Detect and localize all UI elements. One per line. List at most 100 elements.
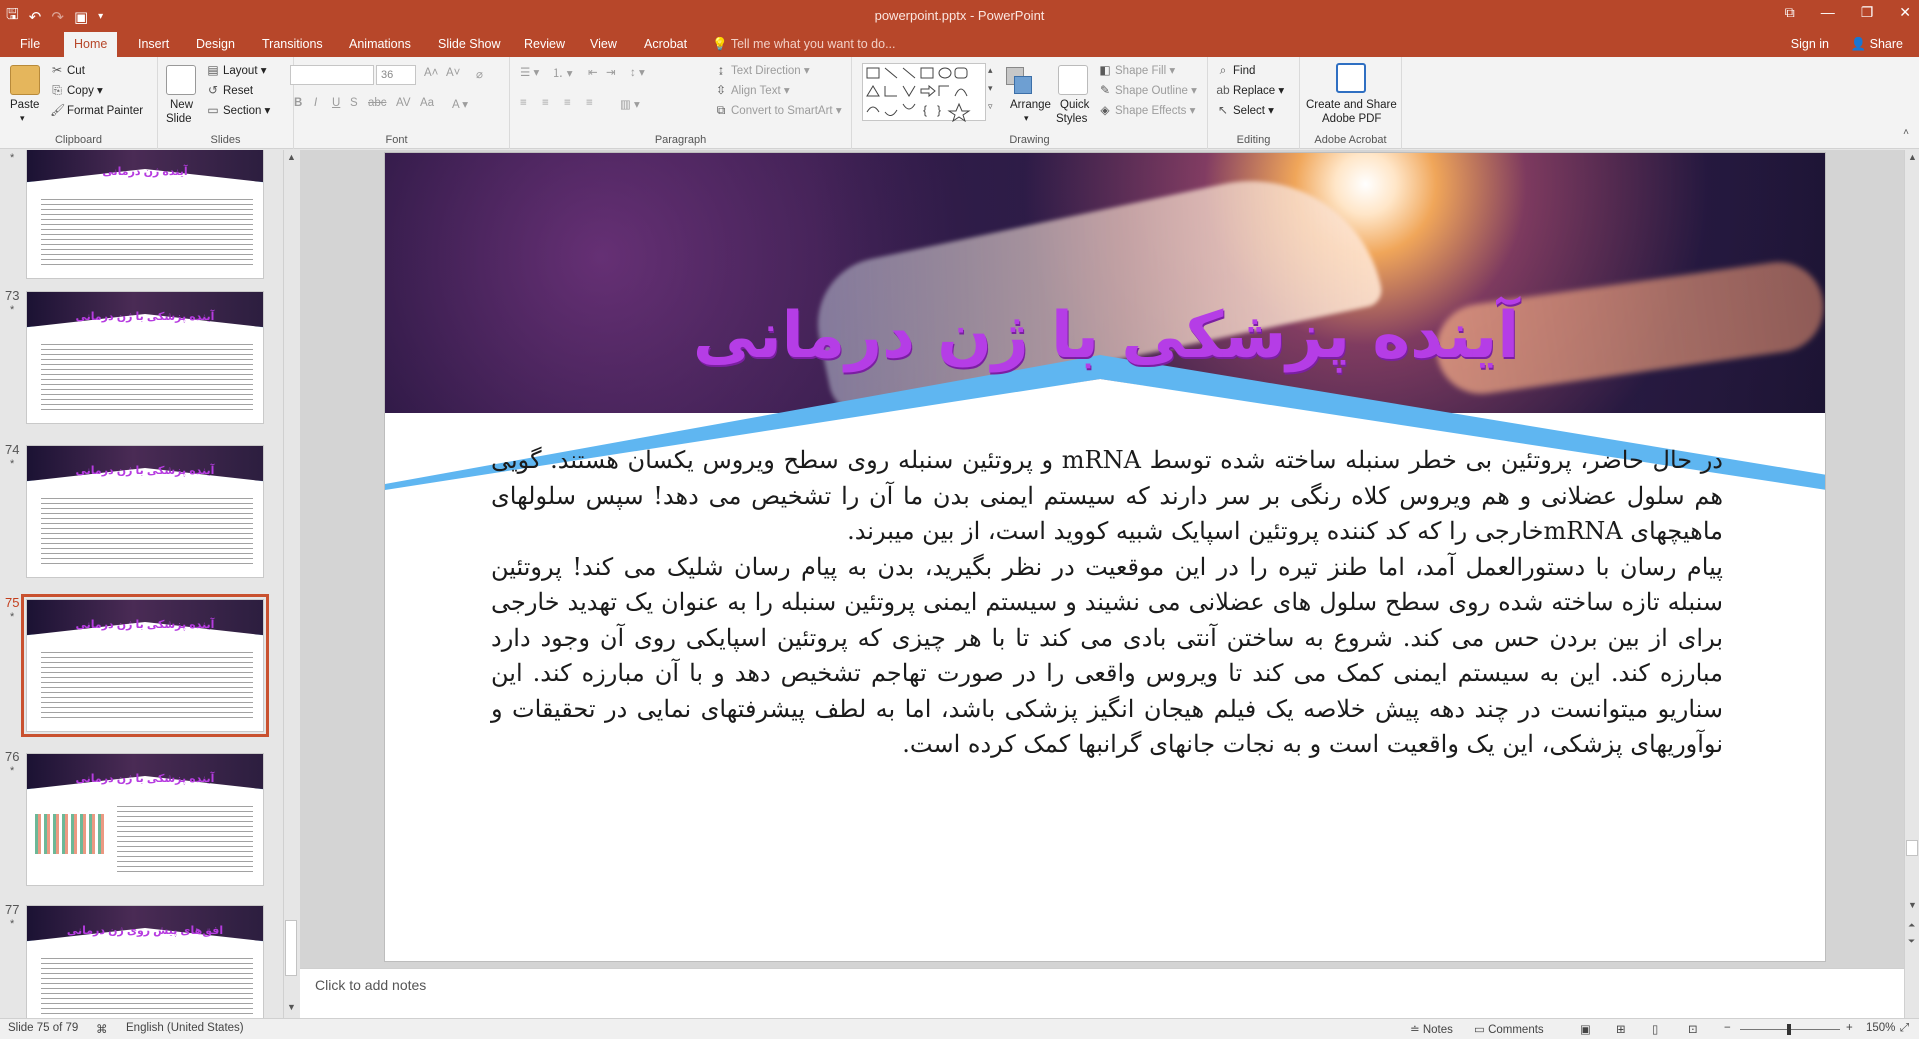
slide-thumbnail[interactable]: آینده پزشکی با ژن درمانی: [26, 291, 264, 424]
tell-me-box[interactable]: 💡 Tell me what you want to do...: [712, 32, 896, 57]
slide-thumbnail[interactable]: افق‌های پیش روی ژن درمانی: [26, 905, 264, 1018]
change-case-icon[interactable]: Aa: [420, 97, 434, 109]
slide-title[interactable]: آینده پزشکی با ژن درمانی: [385, 299, 1825, 373]
pdf-icon[interactable]: [1336, 63, 1366, 93]
increase-indent-icon[interactable]: ⇥: [606, 65, 616, 79]
tab-animations[interactable]: Animations: [339, 32, 421, 57]
tab-transitions[interactable]: Transitions: [252, 32, 333, 57]
layout-button[interactable]: ▤ Layout ▾: [206, 63, 266, 77]
share-button[interactable]: 👤 Share: [1851, 32, 1903, 57]
tab-home[interactable]: Home: [64, 32, 118, 57]
tab-file[interactable]: File: [10, 32, 50, 57]
slide-thumbnail[interactable]: آینده پزشکی با ژن درمانی: [26, 753, 264, 886]
slideshow-view-icon[interactable]: ⊡: [1688, 1022, 1698, 1036]
slide-thumbnail-current[interactable]: آینده پزشکی با ژن درمانی: [21, 594, 269, 737]
create-share-button[interactable]: Create and Share: [1306, 99, 1397, 111]
tab-view[interactable]: View: [580, 32, 627, 57]
columns-icon[interactable]: ▥ ▾: [620, 97, 640, 111]
grow-font-icon[interactable]: A˄: [424, 67, 438, 79]
collapse-ribbon-icon[interactable]: ˄: [1903, 127, 1909, 138]
current-slide[interactable]: آینده پزشکی با ژن درمانی در حال حاضر، پر…: [384, 152, 1826, 962]
align-right-icon[interactable]: ≡: [564, 97, 571, 109]
quick-styles-button-line2[interactable]: Styles: [1056, 113, 1087, 125]
paste-button[interactable]: Paste: [10, 99, 39, 111]
clear-format-icon[interactable]: ⌀: [476, 67, 483, 81]
new-slide-button[interactable]: New: [170, 99, 193, 111]
format-painter-button[interactable]: 🖌 Format Painter: [50, 103, 143, 117]
shape-outline-button[interactable]: ✎ Shape Outline ▾: [1098, 83, 1197, 97]
shadow-icon[interactable]: S: [350, 97, 358, 109]
tab-design[interactable]: Design: [186, 32, 245, 57]
slide-body-text[interactable]: در حال حاضر، پروتئین بی خطر سنبله ساخته …: [491, 443, 1723, 763]
shape-effects-button[interactable]: ◈ Shape Effects ▾: [1098, 103, 1195, 117]
reset-button[interactable]: ↺ Reset: [206, 83, 253, 97]
font-name-box[interactable]: [290, 65, 374, 85]
quick-styles-button[interactable]: Quick: [1060, 99, 1089, 111]
tab-review[interactable]: Review: [514, 32, 575, 57]
slide-sorter-icon[interactable]: ⊞: [1616, 1022, 1626, 1036]
decrease-indent-icon[interactable]: ⇤: [588, 65, 598, 79]
sign-in-link[interactable]: Sign in: [1791, 32, 1829, 57]
underline-icon[interactable]: U: [332, 97, 340, 109]
justify-icon[interactable]: ≡: [586, 97, 593, 109]
align-text-button[interactable]: ⇳ Align Text ▾: [714, 83, 790, 97]
slide-scrollbar[interactable]: ▲ ▼ ⏶ ⏷: [1904, 150, 1919, 1018]
section-button[interactable]: ▭ Section ▾: [206, 103, 270, 117]
comments-toggle[interactable]: ▭ Comments: [1474, 1022, 1544, 1036]
convert-smartart-button[interactable]: ⧉ Convert to SmartArt ▾: [714, 103, 842, 118]
tab-acrobat[interactable]: Acrobat: [634, 32, 697, 57]
restore-icon[interactable]: ❐: [1861, 4, 1874, 21]
minimize-icon[interactable]: —: [1821, 4, 1835, 21]
normal-view-icon[interactable]: ▣: [1580, 1022, 1591, 1036]
spelling-icon[interactable]: ⌘: [96, 1022, 108, 1036]
zoom-level[interactable]: 150%: [1866, 1022, 1895, 1034]
tab-slide-show[interactable]: Slide Show: [428, 32, 511, 57]
bold-icon[interactable]: B: [294, 97, 302, 109]
shrink-font-icon[interactable]: A˅: [446, 67, 460, 79]
new-slide-button-line2[interactable]: Slide: [166, 113, 192, 125]
shape-fill-button[interactable]: ◧ Shape Fill ▾: [1098, 63, 1175, 77]
font-size-box[interactable]: 36: [376, 65, 416, 85]
zoom-slider-knob[interactable]: [1787, 1024, 1791, 1035]
close-icon[interactable]: ✕: [1899, 4, 1911, 21]
language-indicator[interactable]: English (United States): [126, 1022, 244, 1034]
copy-button[interactable]: ⎘ Copy ▾: [50, 83, 103, 98]
notes-toggle[interactable]: ≐ Notes: [1410, 1022, 1453, 1036]
shapes-more-icon[interactable]: ▿: [988, 101, 993, 112]
replace-button[interactable]: ab Replace ▾: [1216, 83, 1284, 97]
numbering-icon[interactable]: ⒈ ▾: [552, 65, 572, 81]
scroll-down-icon[interactable]: ▼: [287, 1002, 296, 1012]
ribbon-display-icon[interactable]: ⧉: [1785, 4, 1795, 21]
quick-styles-icon[interactable]: [1058, 65, 1088, 95]
scroll-down-icon[interactable]: ▼: [1908, 900, 1917, 910]
zoom-in-icon[interactable]: +: [1846, 1022, 1853, 1034]
reading-view-icon[interactable]: ▯: [1652, 1022, 1658, 1036]
align-center-icon[interactable]: ≡: [542, 97, 549, 109]
italic-icon[interactable]: I: [314, 97, 317, 109]
slide-thumbnail[interactable]: آینده پزشکی با ژن درمانی: [26, 445, 264, 578]
create-share-button-line2[interactable]: Adobe PDF: [1322, 113, 1381, 125]
thumbnail-scroll-thumb[interactable]: [285, 920, 297, 976]
slide-scroll-thumb[interactable]: [1906, 840, 1918, 856]
next-slide-icon[interactable]: ⏷: [1908, 936, 1915, 947]
cut-button[interactable]: ✂ Cut: [50, 63, 85, 77]
arrange-dropdown-icon[interactable]: ▾: [1024, 113, 1029, 124]
previous-slide-icon[interactable]: ⏶: [1908, 920, 1915, 931]
thumbnail-scrollbar[interactable]: ▲ ▼: [283, 150, 298, 1018]
spacing-icon[interactable]: AV: [396, 97, 411, 109]
slide-thumbnail[interactable]: آینده ژن درمانی: [26, 150, 264, 279]
paste-dropdown-icon[interactable]: ▾: [20, 113, 25, 124]
line-spacing-icon[interactable]: ↕ ▾: [630, 65, 645, 79]
scroll-up-icon[interactable]: ▲: [287, 152, 296, 162]
strikethrough-icon[interactable]: abc: [368, 97, 387, 109]
font-color-icon[interactable]: A ▾: [452, 97, 468, 111]
arrange-icon[interactable]: [974, 67, 1032, 97]
notes-pane[interactable]: Click to add notes: [300, 968, 1904, 1018]
bullets-icon[interactable]: ☰ ▾: [520, 65, 539, 79]
text-direction-button[interactable]: ↨ Text Direction ▾: [714, 63, 810, 77]
scroll-up-icon[interactable]: ▲: [1908, 152, 1917, 162]
paste-icon[interactable]: [10, 65, 40, 95]
tab-insert[interactable]: Insert: [128, 32, 179, 57]
select-button[interactable]: ↖ Select ▾: [1216, 103, 1274, 117]
zoom-out-icon[interactable]: −: [1724, 1022, 1731, 1034]
